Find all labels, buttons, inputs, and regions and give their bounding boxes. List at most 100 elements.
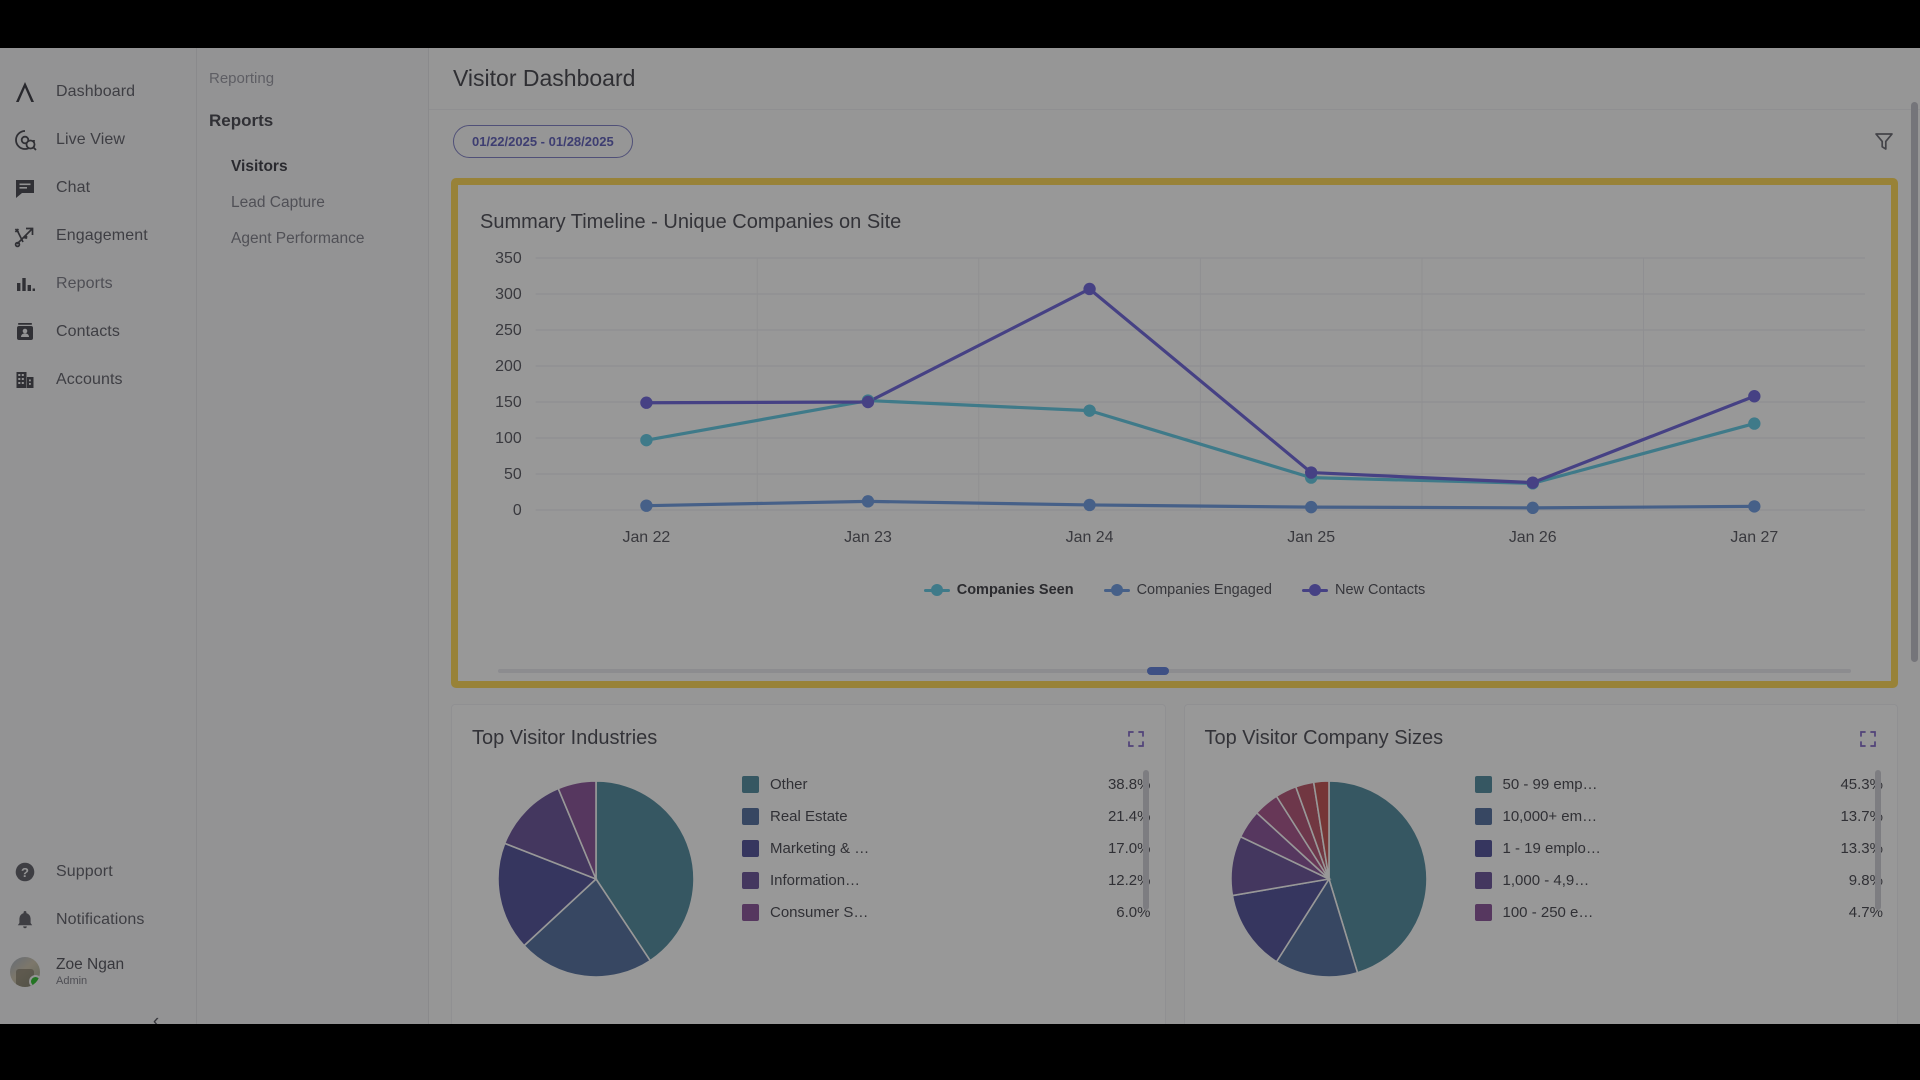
legend-row[interactable]: 1 - 19 emplo… 13.3% — [1474, 832, 1883, 864]
primary-sidebar: Dashboard Live View Chat Engagement Repo… — [0, 48, 197, 1024]
svg-text:Jan 27: Jan 27 — [1730, 529, 1778, 546]
subnav-item-agent-performance[interactable]: Agent Performance — [197, 221, 428, 257]
chart-horizontal-scrollbar[interactable] — [498, 667, 1851, 675]
sidebar-item-contacts[interactable]: Contacts — [0, 308, 196, 356]
sidebar-item-live-view[interactable]: Live View — [0, 116, 196, 164]
svg-text:?: ? — [21, 865, 29, 880]
chart-title: Summary Timeline - Unique Companies on S… — [480, 211, 902, 233]
svg-text:Jan 24: Jan 24 — [1066, 529, 1114, 546]
legend-swatch-icon — [742, 871, 759, 889]
legend-label: Other — [770, 775, 808, 793]
sidebar-item-support[interactable]: ? Support — [0, 848, 196, 896]
legend-swatch-icon — [1474, 871, 1492, 889]
sidebar-item-engagement[interactable]: Engagement — [0, 212, 196, 260]
legend-item-new-contacts[interactable]: New Contacts — [1302, 582, 1425, 598]
sidebar-item-label: Live View — [56, 131, 126, 148]
user-meta: Zoe Ngan Admin — [56, 956, 124, 988]
status-badge — [29, 975, 40, 987]
bar-chart-icon — [10, 269, 40, 299]
subnav-eyebrow: Reporting — [209, 70, 275, 87]
expand-icon[interactable] — [1859, 730, 1877, 748]
subnav-group-title: Reports — [209, 111, 274, 130]
legend-label: 1,000 - 4,9… — [1502, 871, 1590, 889]
sidebar-item-reports[interactable]: Reports — [0, 260, 196, 308]
sidebar-item-label: Engagement — [56, 227, 148, 244]
subnav-item-lead-capture[interactable]: Lead Capture — [197, 185, 428, 221]
legend-label: 10,000+ em… — [1502, 807, 1598, 825]
sidebar-item-label: Support — [56, 863, 113, 880]
legend-label: Information… — [770, 871, 861, 889]
legend-item-companies-seen[interactable]: Companies Seen — [923, 582, 1074, 598]
secondary-sidebar: Reporting Reports Visitors Lead Capture … — [197, 48, 429, 1024]
legend-marker-icon — [1103, 584, 1130, 596]
panel-header: Top Visitor Industries — [452, 705, 1165, 750]
industries-legend-list: Other 38.8% Real Estate 21.4% Marketing & … 1… — [726, 768, 1151, 928]
legend-swatch-icon — [1474, 807, 1492, 825]
legend-label: 1 - 19 emplo… — [1502, 839, 1601, 857]
legend-label: 100 - 250 e… — [1502, 903, 1594, 921]
sidebar-item-label: Contacts — [56, 323, 120, 340]
legend-row[interactable]: Other 38.8% — [742, 768, 1151, 800]
sidebar-item-chat[interactable]: Chat — [0, 164, 196, 212]
svg-text:150: 150 — [495, 394, 522, 411]
contact-card-icon — [10, 317, 40, 347]
legend-swatch-icon — [742, 903, 759, 921]
legend-row[interactable]: 1,000 - 4,9… 9.8% — [1474, 864, 1883, 896]
sidebar-item-label: Dashboard — [56, 83, 136, 100]
top-visitor-company-sizes-panel: Top Visitor Company Sizes 50 - 99 emp… 4… — [1183, 704, 1898, 1024]
svg-text:200: 200 — [495, 358, 522, 375]
legend-row[interactable]: 10,000+ em… 13.7% — [1474, 800, 1883, 832]
legend-marker-icon — [1302, 584, 1328, 596]
chat-bubble-icon — [10, 173, 40, 203]
legend-swatch-icon — [742, 807, 759, 825]
svg-text:250: 250 — [495, 322, 522, 339]
sidebar-bottom-group: ? Support Notifications Zoe Ngan Admin ‹ — [0, 848, 196, 1024]
sidebar-item-accounts[interactable]: Accounts — [0, 356, 196, 404]
user-profile[interactable]: Zoe Ngan Admin ‹ — [0, 944, 196, 1024]
legend-row[interactable]: Real Estate 21.4% — [742, 800, 1151, 832]
panel-header: Top Visitor Company Sizes — [1185, 705, 1898, 750]
panel-body: 50 - 99 emp… 45.3% 10,000+ em… 13.7% 1 - 19 … — [1185, 750, 1898, 984]
date-range-button[interactable]: 01/22/2025 - 01/28/2025 — [453, 124, 633, 158]
svg-text:300: 300 — [495, 286, 522, 303]
legend-label: Marketing & … — [770, 839, 870, 857]
main-content: Visitor Dashboard 01/22/2025 - 01/28/202… — [429, 48, 1920, 1024]
legend-label: Consumer S… — [770, 903, 869, 921]
industries-pie-chart — [466, 768, 726, 984]
legend-row[interactable]: Information… 12.2% — [742, 864, 1151, 896]
legend-label: Companies Seen — [956, 582, 1074, 598]
chart-legend: Companies Seen Companies Engaged New Con… — [458, 582, 1891, 598]
sidebar-item-notifications[interactable]: Notifications — [0, 896, 196, 944]
page-scrollbar-thumb[interactable] — [1911, 102, 1918, 662]
app-root: Dashboard Live View Chat Engagement Repo… — [0, 0, 1920, 1080]
legend-row[interactable]: 100 - 250 e… 4.7% — [1474, 896, 1883, 928]
funnel-icon[interactable] — [1872, 129, 1896, 153]
bell-icon — [10, 905, 40, 935]
engagement-flow-icon — [10, 221, 40, 251]
svg-text:Jan 23: Jan 23 — [844, 529, 892, 546]
legend-swatch-icon — [1474, 775, 1492, 793]
page-title: Visitor Dashboard — [453, 65, 636, 91]
sidebar-item-label: Reports — [56, 275, 113, 292]
sidebar-item-dashboard[interactable]: Dashboard — [0, 68, 196, 116]
legend-scrollbar[interactable] — [1142, 770, 1149, 910]
line-chart: 0 50 100 150 200 250 300 350 Jan 22 Jan 23 Jan 24 J… — [458, 244, 1891, 574]
legend-row[interactable]: Marketing & … 17.0% — [742, 832, 1151, 864]
legend-swatch-icon — [742, 775, 759, 793]
legend-row[interactable]: 50 - 99 emp… 45.3% — [1474, 768, 1883, 800]
top-visitor-industries-panel: Top Visitor Industries Other 38.8% Real … — [451, 704, 1166, 1024]
collapse-sidebar-button[interactable]: ‹ — [144, 1010, 168, 1024]
legend-label: Real Estate — [770, 807, 848, 825]
svg-text:Jan 26: Jan 26 — [1509, 529, 1557, 546]
legend-label: Companies Engaged — [1136, 582, 1272, 598]
legend-item-companies-engaged[interactable]: Companies Engaged — [1103, 582, 1272, 598]
svg-text:350: 350 — [495, 250, 522, 267]
expand-icon[interactable] — [1127, 730, 1145, 748]
legend-row[interactable]: Consumer S… 6.0% — [742, 896, 1151, 928]
sidebar-item-label: Accounts — [56, 371, 123, 388]
panel-body: Other 38.8% Real Estate 21.4% Marketing & … 1… — [452, 750, 1165, 984]
subnav-item-visitors[interactable]: Visitors — [197, 149, 428, 185]
panel-title: Top Visitor Industries — [472, 727, 658, 749]
legend-scrollbar[interactable] — [1875, 770, 1881, 910]
user-role: Admin — [56, 974, 88, 987]
